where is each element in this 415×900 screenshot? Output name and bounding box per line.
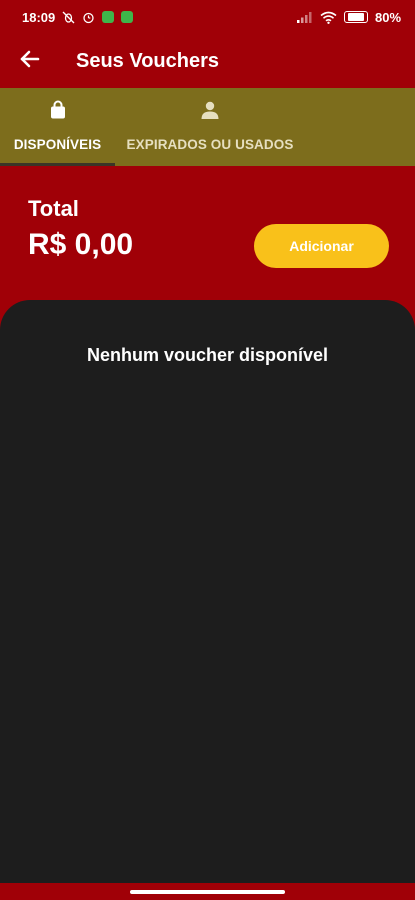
signal-icon [296,11,313,23]
tab-bar: DISPONÍVEIS EXPIRADOS OU USADOS [0,88,415,166]
battery-icon [343,11,368,23]
empty-state-message: Nenhum voucher disponível [86,345,329,365]
status-bar: 18:09 80% [0,0,415,34]
status-right: 80% [296,9,401,25]
system-nav-bar [0,883,415,900]
tab-expirados[interactable]: EXPIRADOS OU USADOS [115,88,305,166]
voucher-summary: Total R$ 0,00 Adicionar [0,166,415,306]
bug-icon [62,11,75,24]
battery-percent: 80% [374,9,401,25]
green-app-icon [121,11,134,23]
green-app-icon [102,11,115,23]
alarm-icon [82,11,95,24]
total-value: R$ 0,00 [28,228,134,261]
voucher-list-panel: Nenhum voucher disponível [0,300,415,883]
wifi-icon [320,11,337,24]
shopping-bag-icon [48,100,68,125]
status-left: 18:09 [22,9,134,25]
tab-label: DISPONÍVEIS [13,137,102,152]
total-label: Total [28,196,79,221]
back-button[interactable] [16,47,44,75]
status-time: 18:09 [22,9,56,25]
app-bar: Seus Vouchers [0,34,415,88]
arrow-left-icon [20,50,40,73]
page-title: Seus Vouchers [76,49,220,72]
tab-label: EXPIRADOS OU USADOS [126,137,294,152]
add-voucher-button[interactable]: Adicionar [254,224,389,268]
home-indicator[interactable] [130,889,285,894]
tab-disponiveis[interactable]: DISPONÍVEIS [0,88,115,166]
person-icon [200,100,220,125]
